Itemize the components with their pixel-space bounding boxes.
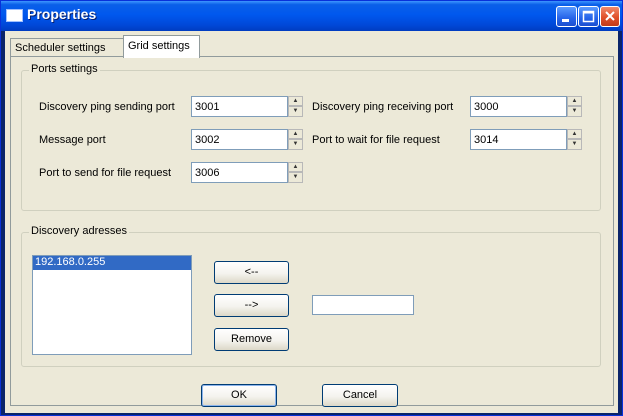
add-address-button[interactable]: <-- (214, 261, 289, 284)
discovery-send-label: Discovery ping sending port (39, 101, 175, 113)
remove-address-button[interactable]: Remove (214, 328, 289, 351)
wait-file-input[interactable] (470, 129, 567, 150)
spin-up-icon[interactable]: ▲ (288, 129, 303, 139)
address-input[interactable] (312, 295, 414, 315)
minimize-button[interactable] (556, 6, 577, 27)
minimize-icon (562, 19, 569, 22)
ports-settings-title: Ports settings (29, 63, 100, 75)
spin-down-icon[interactable]: ▼ (567, 139, 582, 150)
spin-up-icon[interactable]: ▲ (288, 96, 303, 106)
discovery-recv-label: Discovery ping receiving port (312, 101, 454, 113)
discovery-addresses-title: Discovery adresses (29, 225, 129, 237)
spin-down-icon[interactable]: ▼ (567, 106, 582, 117)
grid-settings-page: Ports settings Discovery ping sending po… (10, 56, 614, 407)
send-file-label: Port to send for file request (39, 167, 172, 179)
window-icon (6, 9, 23, 22)
discovery-recv-input[interactable] (470, 96, 567, 117)
discovery-send-spinner: ▲ ▼ (191, 96, 303, 117)
spin-down-icon[interactable]: ▼ (288, 172, 303, 183)
list-item[interactable]: 192.168.0.255 (33, 256, 191, 270)
spin-down-icon[interactable]: ▼ (288, 139, 303, 150)
message-port-input[interactable] (191, 129, 288, 150)
maximize-button[interactable] (578, 6, 599, 27)
ok-button[interactable]: OK (201, 384, 277, 407)
spin-up-icon[interactable]: ▲ (567, 129, 582, 139)
tab-scheduler-settings[interactable]: Scheduler settings (10, 38, 124, 57)
spin-up-icon[interactable]: ▲ (288, 162, 303, 172)
send-file-spinner: ▲ ▼ (191, 162, 303, 183)
ports-settings-group: Ports settings Discovery ping sending po… (21, 63, 601, 211)
properties-window: Properties Scheduler settings Grid setti… (0, 0, 623, 416)
tab-grid-settings[interactable]: Grid settings (123, 35, 200, 58)
message-port-label: Message port (39, 134, 106, 146)
close-button[interactable] (600, 6, 620, 27)
close-icon (605, 11, 615, 21)
window-title: Properties (27, 6, 97, 22)
spin-down-icon[interactable]: ▼ (288, 106, 303, 117)
send-file-input[interactable] (191, 162, 288, 183)
discovery-recv-spinner: ▲ ▼ (470, 96, 582, 117)
dialog-client-area: Scheduler settings Grid settings Ports s… (5, 31, 618, 413)
title-bar[interactable]: Properties (1, 1, 622, 31)
wait-file-spinner: ▲ ▼ (470, 129, 582, 150)
message-port-spinner: ▲ ▼ (191, 129, 303, 150)
discovery-send-input[interactable] (191, 96, 288, 117)
spin-up-icon[interactable]: ▲ (567, 96, 582, 106)
cancel-button[interactable]: Cancel (322, 384, 398, 407)
wait-file-label: Port to wait for file request (312, 134, 440, 146)
move-to-textbox-button[interactable]: --> (214, 294, 289, 317)
discovery-addresses-group: Discovery adresses 192.168.0.255 <-- -->… (21, 225, 601, 367)
discovery-address-list[interactable]: 192.168.0.255 (32, 255, 192, 355)
maximize-icon (582, 10, 595, 23)
